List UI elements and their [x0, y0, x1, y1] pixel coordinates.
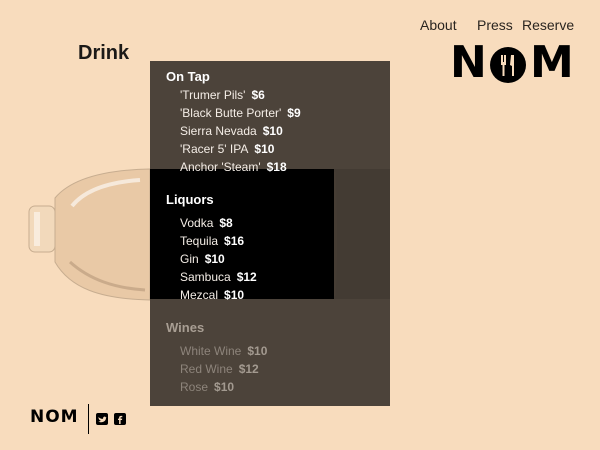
- menu-item: Mezcal $10: [180, 288, 245, 302]
- menu-item: Anchor 'Steam' $18: [180, 160, 287, 174]
- nav-press-link[interactable]: Press: [477, 17, 513, 33]
- fork-knife-icon: [490, 47, 526, 83]
- logo-letter-m: M: [530, 37, 574, 88]
- menu-item: Red Wine $12: [180, 362, 259, 376]
- menu-item: Sierra Nevada $10: [180, 124, 283, 138]
- menu-item: White Wine $10: [180, 344, 268, 358]
- menu-item: Gin $10: [180, 252, 225, 266]
- menu-item: Vodka $8: [180, 216, 233, 230]
- page-title: Drink: [78, 42, 130, 64]
- menu-item: Sambuca $12: [180, 270, 257, 284]
- logo-letter-n: N: [450, 37, 487, 88]
- menu-item: 'Racer 5' IPA $10: [180, 142, 275, 156]
- twitter-icon[interactable]: [96, 413, 108, 425]
- menu-item: 'Trumer Pils' $6: [180, 88, 265, 102]
- brand-logo[interactable]: N M: [450, 41, 574, 85]
- footer-logo-text: NOM: [30, 407, 79, 427]
- menu-item: 'Black Butte Porter' $9: [180, 106, 301, 120]
- footer: NOM: [30, 402, 130, 436]
- footer-divider: [88, 404, 89, 434]
- page: About Press Reserve N M Drink On Tap 'Tr…: [0, 0, 600, 450]
- menu-item: Tequila $16: [180, 234, 245, 248]
- drink-menu: On Tap 'Trumer Pils' $6 'Black Butte Port…: [150, 61, 390, 406]
- section-title-liquors: Liquors: [166, 192, 214, 207]
- menu-item: Rose $10: [180, 380, 235, 394]
- section-title-on-tap: On Tap: [166, 69, 210, 84]
- nav-about-link[interactable]: About: [420, 17, 457, 33]
- facebook-icon[interactable]: [114, 413, 126, 425]
- nav-reserve-link[interactable]: Reserve: [522, 17, 574, 33]
- section-title-wines: Wines: [166, 320, 205, 335]
- footer-logo[interactable]: NOM: [30, 407, 79, 427]
